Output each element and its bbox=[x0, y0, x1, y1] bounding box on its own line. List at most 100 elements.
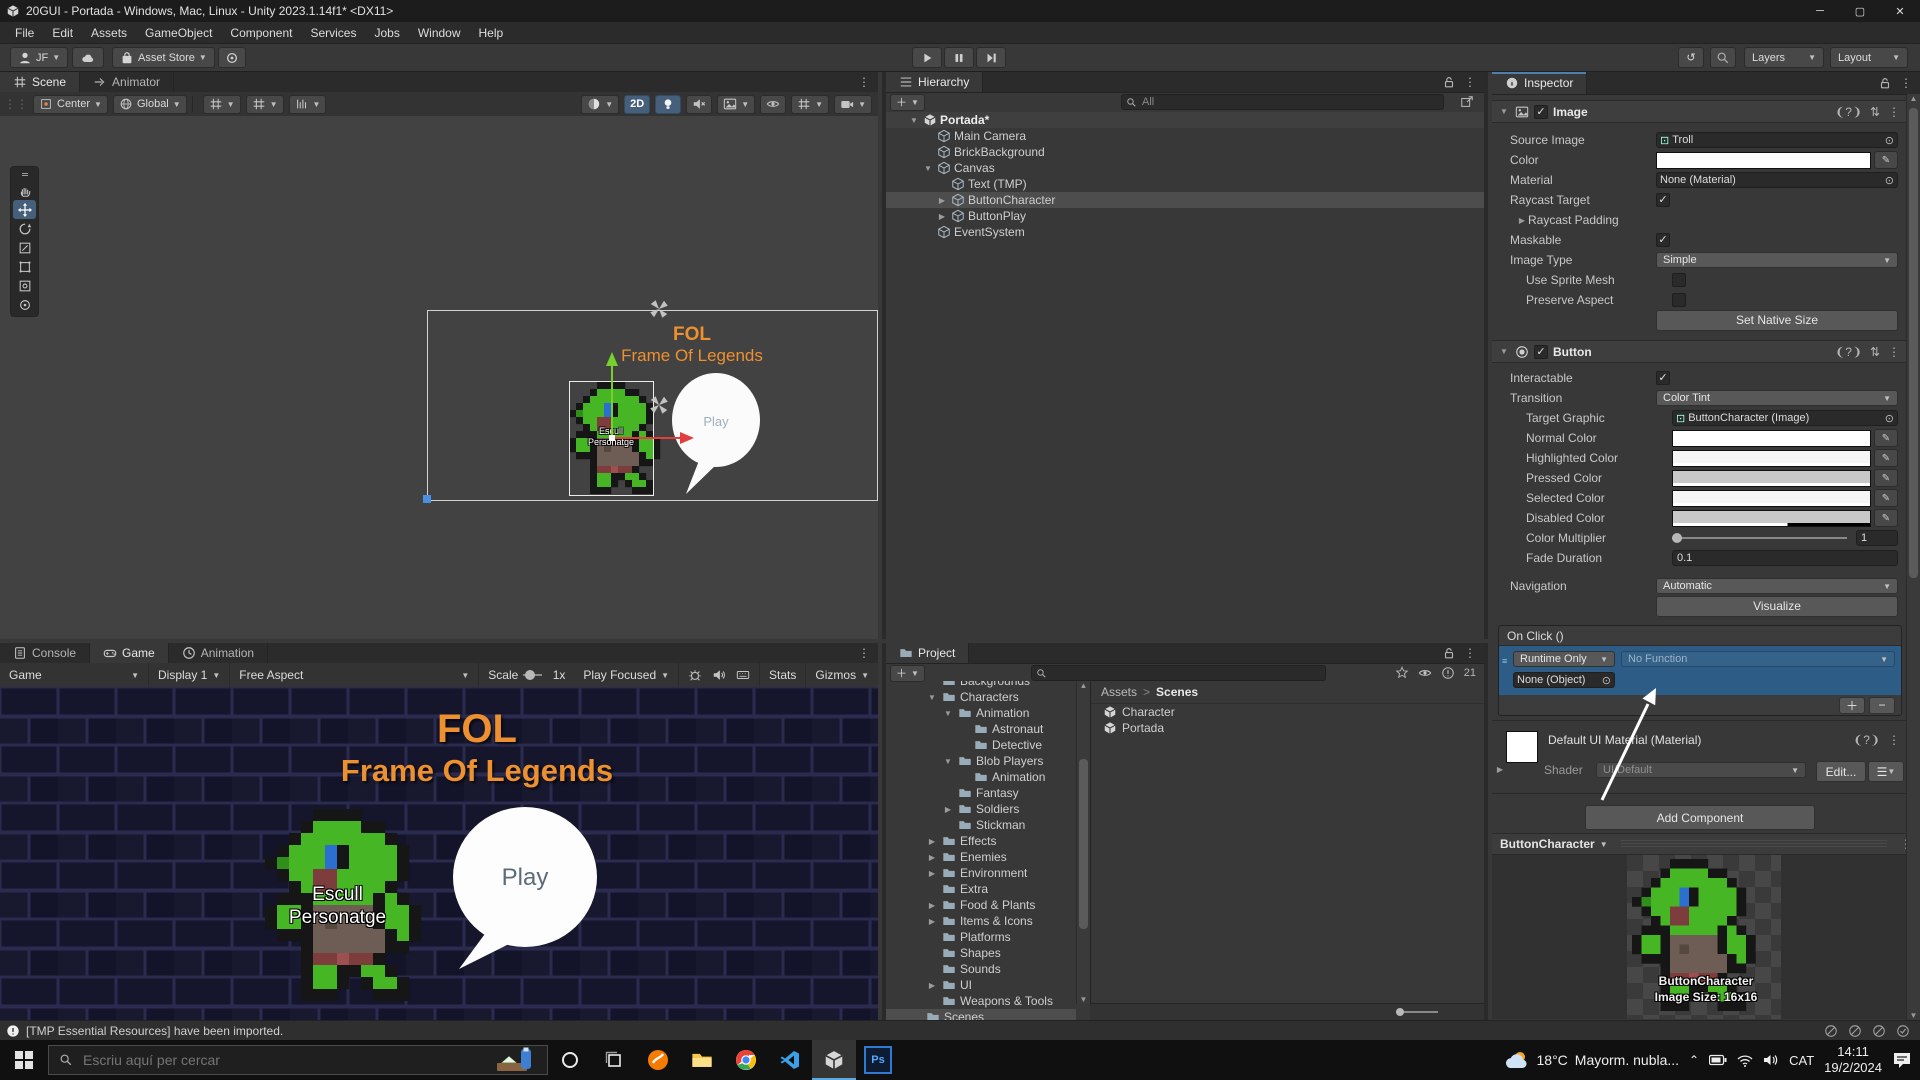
grid-snap-toggle[interactable]: ▼ bbox=[202, 94, 241, 114]
tab-animator[interactable]: Animator bbox=[80, 72, 175, 92]
stats-toggle[interactable]: Stats bbox=[760, 663, 807, 687]
step-button[interactable] bbox=[976, 47, 1006, 68]
foldout-arrow[interactable]: ▶ bbox=[926, 869, 938, 878]
color-multiplier-value[interactable]: 1 bbox=[1856, 530, 1898, 546]
presets-icon[interactable]: ⇅ bbox=[1870, 105, 1880, 119]
console-message-icon[interactable] bbox=[6, 1024, 20, 1038]
game-speech-bubble[interactable]: Play bbox=[445, 799, 615, 979]
cortana-icon[interactable] bbox=[548, 1040, 592, 1080]
project-folder-row[interactable]: Platforms bbox=[886, 929, 1076, 945]
search-everything-button[interactable] bbox=[1710, 47, 1736, 68]
tools-menu-handle[interactable] bbox=[13, 169, 36, 181]
project-search-input[interactable] bbox=[1050, 666, 1321, 680]
hierarchy-item[interactable]: BrickBackground bbox=[886, 144, 1484, 160]
scene-visibility-icon[interactable] bbox=[1460, 95, 1474, 109]
image-enabled-checkbox[interactable]: ✓ bbox=[1534, 104, 1548, 119]
preview-header-label[interactable]: ButtonCharacter bbox=[1500, 837, 1595, 851]
file-explorer-icon[interactable] bbox=[680, 1040, 724, 1080]
project-folder-row[interactable]: ▶ Food & Plants bbox=[886, 897, 1076, 913]
color-multiplier-slider[interactable] bbox=[1672, 533, 1847, 543]
material-thumbnail[interactable] bbox=[1506, 731, 1538, 763]
project-folder-row[interactable]: ▶ Effects bbox=[886, 833, 1076, 849]
button-enabled-checkbox[interactable]: ✓ bbox=[1534, 344, 1548, 359]
project-folder-row[interactable]: Animation bbox=[886, 769, 1076, 785]
asset-store-button[interactable]: Asset Store ▼ bbox=[112, 47, 215, 68]
interactable-checkbox[interactable]: ✓ bbox=[1656, 371, 1670, 385]
project-folder-row[interactable]: Astronaut bbox=[886, 721, 1076, 737]
foldout-arrow[interactable]: ▶ bbox=[926, 981, 938, 990]
menu-item[interactable]: Services bbox=[301, 22, 365, 44]
navigation-dropdown[interactable]: Automatic ▼ bbox=[1656, 578, 1898, 594]
menu-item[interactable]: Edit bbox=[43, 22, 82, 44]
scene-tab-menu[interactable]: ⋮ bbox=[858, 75, 870, 89]
foldout-arrow[interactable]: ▶ bbox=[926, 901, 938, 910]
eyedropper-icon[interactable]: ✎ bbox=[1874, 509, 1898, 527]
chrome-icon[interactable] bbox=[724, 1040, 768, 1080]
project-folder-row[interactable]: Scenes bbox=[886, 1009, 1076, 1020]
hierarchy-search-input[interactable] bbox=[1140, 95, 1439, 109]
preview-drag-handle[interactable] bbox=[1620, 840, 1887, 848]
minimize-button[interactable]: ─ bbox=[1800, 0, 1840, 22]
image-component-header[interactable]: ▼ ✓ Image ❨?❩ ⇅ ⋮ bbox=[1492, 100, 1906, 123]
maskable-checkbox[interactable]: ✓ bbox=[1656, 233, 1670, 247]
language-indicator[interactable]: CAT bbox=[1789, 1053, 1814, 1068]
eyedropper-icon[interactable]: ✎ bbox=[1874, 489, 1898, 507]
lock-icon[interactable] bbox=[1442, 646, 1456, 660]
scene-camera-dropdown[interactable]: ▼ bbox=[834, 94, 872, 114]
hierarchy-item[interactable]: Text (TMP) bbox=[886, 176, 1484, 192]
highlighted-color-swatch[interactable] bbox=[1672, 449, 1871, 467]
on-click-event-row[interactable]: ≡ Runtime Only ▼ No Function ▼ None (Objec… bbox=[1499, 646, 1901, 695]
tab-animation[interactable]: Animation bbox=[168, 643, 269, 663]
foldout-arrow[interactable]: ▼ bbox=[942, 757, 954, 766]
foldout-arrow[interactable]: ▶ bbox=[936, 196, 948, 205]
pivot-mode-dropdown[interactable]: Center ▼ bbox=[33, 94, 108, 114]
breadcrumb-root[interactable]: Assets bbox=[1101, 685, 1137, 699]
menu-item[interactable]: Help bbox=[470, 22, 513, 44]
foldout-arrow[interactable]: ▶ bbox=[926, 853, 938, 862]
scale-tool[interactable] bbox=[13, 238, 36, 257]
project-folder-row[interactable]: Backgrounds bbox=[886, 681, 1076, 689]
tab-project[interactable]: Project bbox=[886, 643, 970, 663]
hierarchy-item[interactable]: Main Camera bbox=[886, 128, 1484, 144]
orientation-dropdown[interactable]: Global ▼ bbox=[112, 94, 187, 114]
project-folder-row[interactable]: Weapons & Tools bbox=[886, 993, 1076, 1009]
object-picker-icon[interactable]: ⊙ bbox=[1885, 174, 1894, 187]
presets-icon[interactable]: ⇅ bbox=[1870, 345, 1880, 359]
project-folder-row[interactable]: ▼ Animation bbox=[886, 705, 1076, 721]
clock-widget[interactable]: 14:11 19/2/2024 bbox=[1824, 1044, 1882, 1076]
event-mode-dropdown[interactable]: Runtime Only ▼ bbox=[1513, 651, 1615, 667]
menu-item[interactable]: Window bbox=[409, 22, 470, 44]
display-target-dropdown[interactable]: Game ▼ bbox=[0, 663, 149, 687]
project-folder-row[interactable]: ▶ Enemies bbox=[886, 849, 1076, 865]
foldout-arrow[interactable]: ▼ bbox=[922, 164, 934, 173]
undo-history-button[interactable]: ↺ bbox=[1678, 47, 1704, 68]
hierarchy-create-button[interactable]: ＋ ▼ bbox=[890, 93, 925, 111]
eyedropper-icon[interactable]: ✎ bbox=[1874, 469, 1898, 487]
shading-mode-dropdown[interactable]: ▼ bbox=[581, 94, 620, 114]
project-folder-row[interactable]: ▶ Items & Icons bbox=[886, 913, 1076, 929]
account-button[interactable]: JF ▼ bbox=[10, 47, 69, 68]
project-folder-row[interactable]: ▶ Environment bbox=[886, 865, 1076, 881]
taskbar-search-input[interactable] bbox=[81, 1051, 487, 1069]
foldout-arrow[interactable]: ▼ bbox=[908, 116, 920, 125]
cache-disabled-icon[interactable] bbox=[1848, 1024, 1862, 1038]
raycast-target-checkbox[interactable]: ✓ bbox=[1656, 193, 1670, 207]
xampp-icon[interactable] bbox=[636, 1040, 680, 1080]
asset-item[interactable]: Character bbox=[1091, 704, 1484, 720]
project-search[interactable] bbox=[1031, 665, 1326, 681]
canvas-corner-handle[interactable] bbox=[423, 495, 431, 503]
pause-button[interactable] bbox=[944, 47, 974, 68]
project-tree-scrollbar[interactable]: ▲ ▼ bbox=[1076, 681, 1090, 1004]
tab-console[interactable]: Console bbox=[0, 643, 91, 663]
increment-snap-toggle[interactable]: ▼ bbox=[245, 94, 284, 114]
play-button[interactable] bbox=[912, 47, 942, 68]
hidden-package-count[interactable]: 21 bbox=[1464, 667, 1476, 679]
use-sprite-mesh-checkbox[interactable] bbox=[1672, 273, 1686, 287]
tab-game[interactable]: Game bbox=[90, 643, 169, 663]
rotate-tool[interactable] bbox=[13, 219, 36, 238]
tray-chevron-icon[interactable]: ⌃ bbox=[1689, 1053, 1699, 1067]
eyedropper-icon[interactable]: ✎ bbox=[1874, 429, 1898, 447]
tab-inspector[interactable]: Inspector bbox=[1492, 72, 1588, 94]
volume-icon[interactable] bbox=[1763, 1053, 1779, 1067]
hierarchy-item[interactable]: EventSystem bbox=[886, 224, 1484, 240]
